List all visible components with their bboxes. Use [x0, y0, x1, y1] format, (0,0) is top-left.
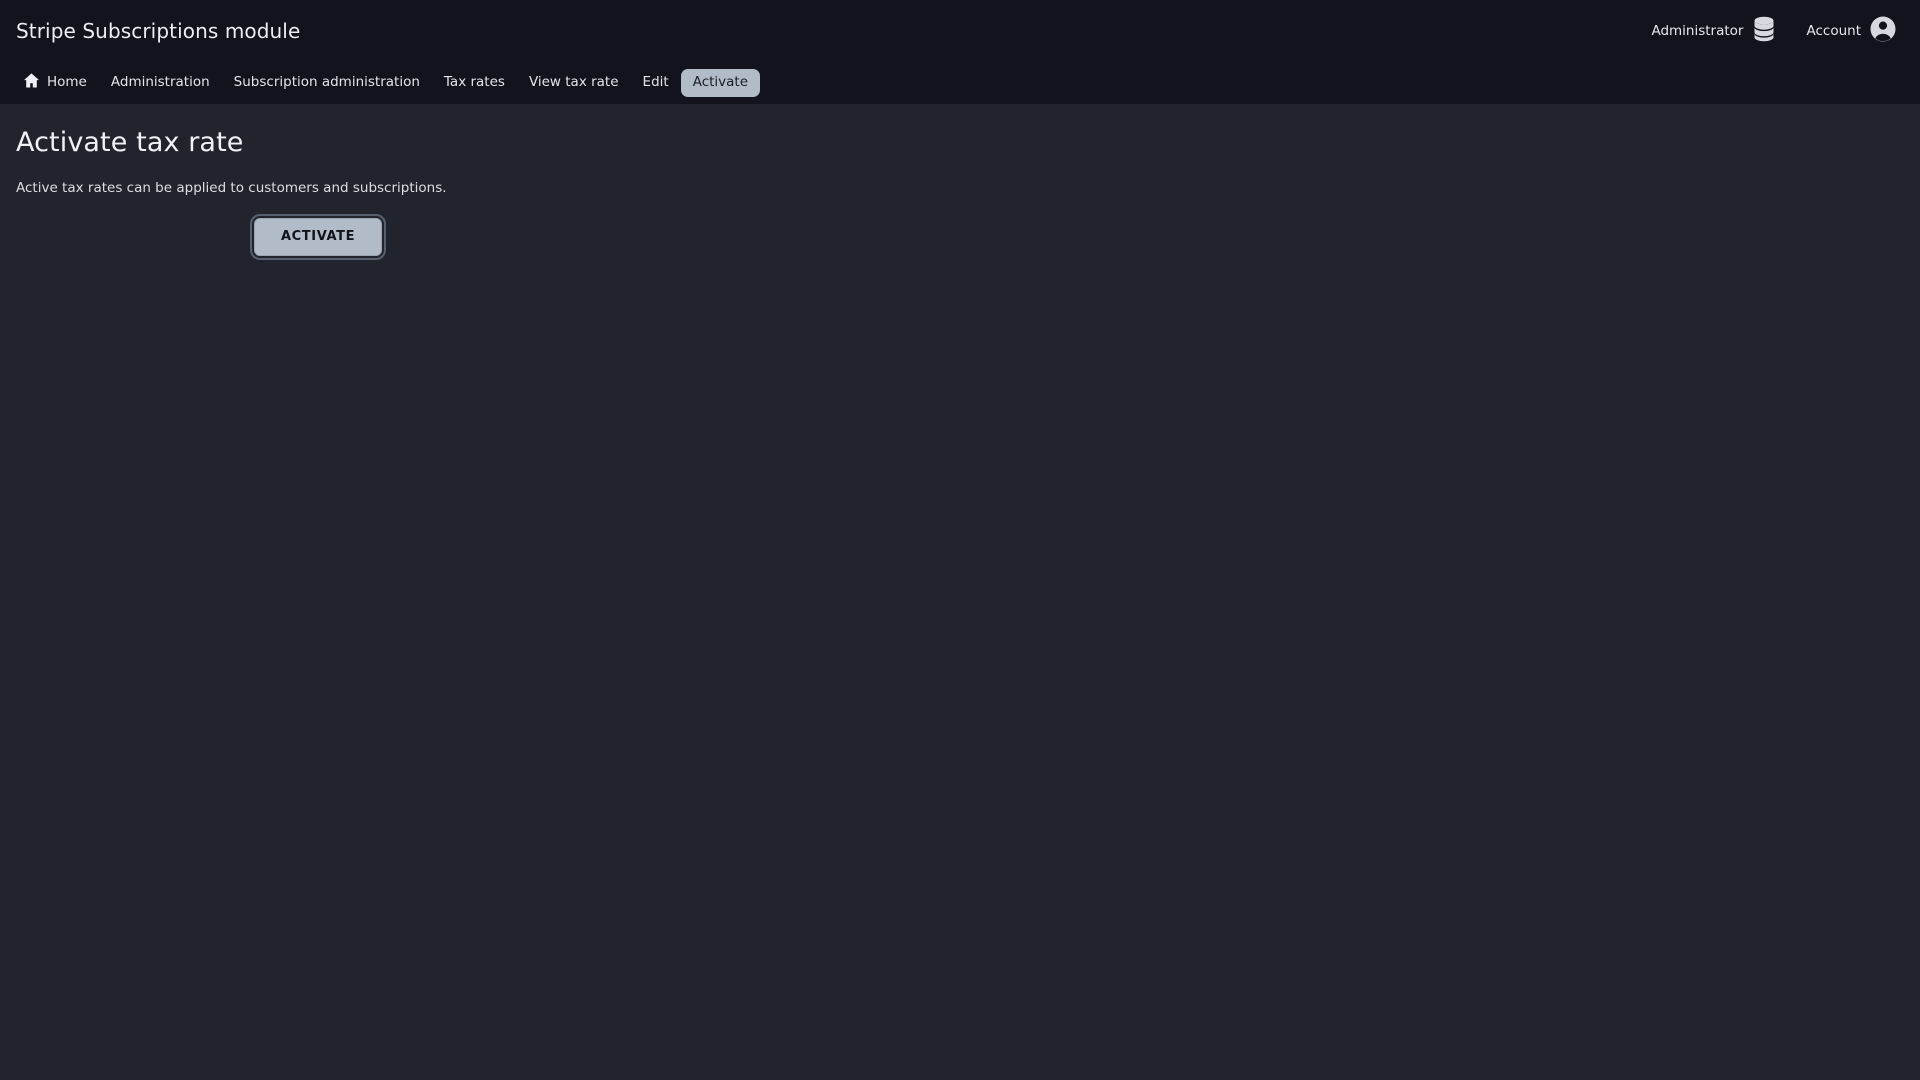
- nav-label-home: Home: [47, 74, 87, 91]
- app-title: Stripe Subscriptions module: [16, 19, 301, 43]
- nav-item-subscription-administration[interactable]: Subscription administration: [222, 69, 432, 97]
- account-menu[interactable]: Account: [1806, 16, 1896, 46]
- sidebar-item-home[interactable]: Home: [16, 66, 99, 100]
- role-label: Administrator: [1651, 23, 1744, 39]
- account-label: Account: [1806, 23, 1861, 39]
- nav-item-edit[interactable]: Edit: [631, 69, 681, 97]
- nav-label-view-tax-rate: View tax rate: [528, 74, 619, 91]
- nav-item-administration[interactable]: Administration: [99, 69, 222, 97]
- database-icon: [1752, 16, 1776, 46]
- page-description: Active tax rates can be applied to custo…: [16, 180, 447, 196]
- nav-label-tax-rates: Tax rates: [443, 74, 505, 91]
- header-actions: Administrator Account: [1651, 16, 1896, 46]
- nav-item-tax-rates[interactable]: Tax rates: [432, 69, 517, 97]
- nav-label-edit: Edit: [642, 74, 669, 91]
- nav-label-administration: Administration: [110, 74, 210, 91]
- nav-label-activate: Activate: [692, 74, 749, 91]
- nav-item-activate[interactable]: Activate: [680, 69, 761, 97]
- app-header: Stripe Subscriptions module Administrato…: [0, 0, 1920, 62]
- breadcrumb: Home Administration Subscription adminis…: [0, 62, 1920, 104]
- home-icon: [23, 72, 40, 94]
- activate-button[interactable]: ACTIVATE: [249, 213, 387, 261]
- page-title: Activate tax rate: [16, 127, 244, 158]
- main-content: Activate tax rate Active tax rates can b…: [0, 104, 1920, 1080]
- nav-label-subscription-administration: Subscription administration: [233, 74, 420, 91]
- nav-item-view-tax-rate[interactable]: View tax rate: [517, 69, 631, 97]
- role-indicator[interactable]: Administrator: [1651, 16, 1776, 46]
- action-row: ACTIVATE: [16, 213, 1904, 261]
- user-avatar-icon: [1870, 16, 1896, 46]
